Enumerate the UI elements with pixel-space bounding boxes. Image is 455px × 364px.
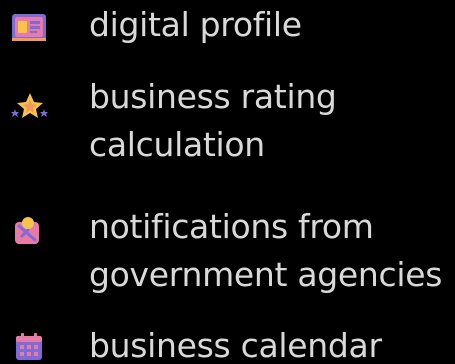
feature-label: notifications from government agencies [89, 207, 443, 294]
feature-list: digital profile business rating calculat… [0, 0, 455, 364]
feature-label: business calendar [89, 326, 382, 364]
star-rating-icon [10, 91, 48, 121]
profile-card-icon [10, 12, 48, 42]
feature-label: business rating calculation [89, 77, 337, 164]
calendar-icon [10, 332, 48, 362]
feature-label: digital profile [89, 5, 302, 44]
notification-badge-icon [10, 216, 48, 246]
